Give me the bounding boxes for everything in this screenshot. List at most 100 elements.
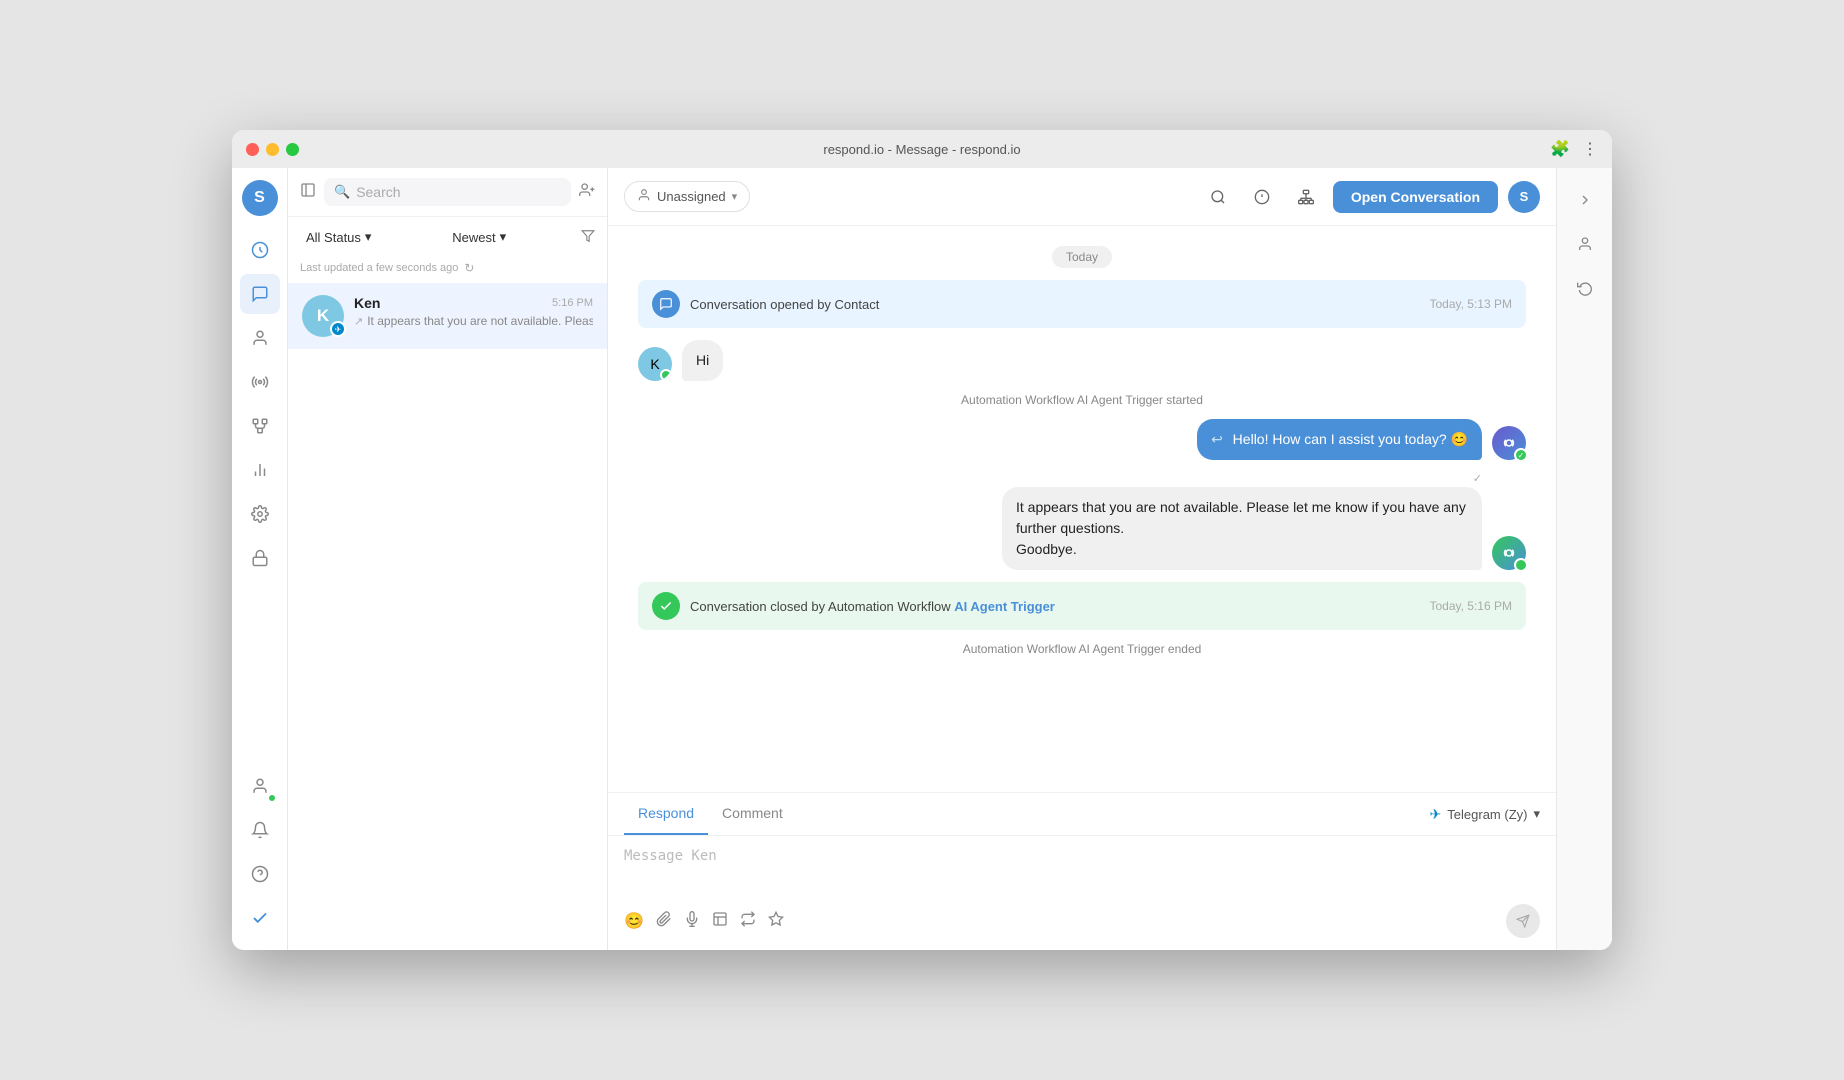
system-open-text: Conversation opened by Contact	[690, 297, 1420, 312]
nav-messages[interactable]	[240, 274, 280, 314]
last-updated-text: Last updated a few seconds ago	[300, 262, 458, 274]
msg-row-hi: K Hi	[638, 340, 1526, 381]
preview-text-ken: It appears that you are not available. P…	[367, 314, 593, 328]
right-panel-history-icon[interactable]	[1565, 268, 1605, 308]
nav-help[interactable]	[240, 854, 280, 894]
tab-respond[interactable]: Respond	[624, 793, 708, 835]
nav-dashboard[interactable]	[240, 230, 280, 270]
maximize-button[interactable]	[286, 143, 299, 156]
msg-check-mark: ✓	[1473, 472, 1482, 485]
contact-info-icon[interactable]	[1245, 180, 1279, 214]
newest-chevron-icon: ▾	[500, 229, 507, 245]
send-button[interactable]	[1506, 904, 1540, 938]
assignee-button[interactable]: Unassigned ▾	[624, 181, 750, 212]
sidebar-toggle-icon[interactable]	[300, 182, 316, 203]
right-panel-arrow-icon[interactable]	[1565, 180, 1605, 220]
tab-comment[interactable]: Comment	[708, 793, 797, 835]
all-status-filter[interactable]: All Status ▾	[300, 225, 377, 249]
conv-time-ken: 5:16 PM	[552, 297, 593, 309]
template-icon[interactable]	[712, 911, 728, 932]
all-status-label: All Status	[306, 230, 361, 245]
current-user-avatar[interactable]: S	[1508, 181, 1540, 213]
date-label: Today	[1052, 246, 1112, 268]
telegram-icon: ✈	[1430, 806, 1442, 823]
nav-settings[interactable]	[240, 494, 280, 534]
audio-icon[interactable]	[684, 911, 700, 932]
conv-content-ken: Ken 5:16 PM ↗ It appears that you are no…	[354, 295, 593, 337]
org-chart-icon[interactable]	[1289, 180, 1323, 214]
assignee-label: Unassigned	[657, 189, 726, 204]
conv-row1: Ken 5:16 PM	[354, 295, 593, 311]
channel-selector[interactable]: ✈ Telegram (Zy) ▾	[1430, 793, 1540, 835]
nav-security[interactable]	[240, 538, 280, 578]
search-box[interactable]: 🔍	[324, 178, 571, 206]
chat-messages[interactable]: Today Conversation opened by Contact Tod…	[608, 226, 1556, 792]
nav-reports[interactable]	[240, 450, 280, 490]
compose-area: Respond Comment ✈ Telegram (Zy) ▾ 😊	[608, 792, 1556, 950]
nav-profile[interactable]	[240, 766, 280, 806]
extensions-icon[interactable]: 🧩	[1550, 139, 1570, 159]
right-panel-contact-icon[interactable]	[1565, 224, 1605, 264]
filter-bar: All Status ▾ Newest ▾	[288, 217, 607, 257]
nav-workflows[interactable]	[240, 406, 280, 446]
search-input[interactable]	[356, 184, 561, 200]
automation-trigger-start: Automation Workflow AI Agent Trigger sta…	[638, 393, 1526, 407]
close-button[interactable]	[246, 143, 259, 156]
minimize-button[interactable]	[266, 143, 279, 156]
filter-icon[interactable]	[581, 229, 595, 246]
reply-indicator-icon: ↩	[1211, 431, 1223, 447]
channel-label: Telegram (Zy)	[1447, 807, 1527, 822]
attachment-icon[interactable]	[656, 911, 672, 932]
app-window: respond.io - Message - respond.io 🧩 ⋮ S	[232, 130, 1612, 950]
nav-contacts[interactable]	[240, 318, 280, 358]
chat-main: Unassigned ▾ Open Conversation S	[608, 168, 1556, 950]
automation-trigger-end: Automation Workflow AI Agent Trigger end…	[638, 642, 1526, 656]
system-close-text: Conversation closed by Automation Workfl…	[690, 599, 1420, 614]
system-close-time: Today, 5:16 PM	[1430, 599, 1513, 613]
snippets-icon[interactable]	[740, 911, 756, 932]
ai-agent-trigger-link[interactable]: AI Agent Trigger	[954, 599, 1055, 614]
newest-label: Newest	[452, 230, 495, 245]
user-assign-icon	[637, 188, 651, 205]
msg-bubble-hi: Hi	[682, 340, 723, 381]
window-controls	[246, 143, 299, 156]
conversation-item-ken[interactable]: K ✈ Ken 5:16 PM ↗ It appears that you ar…	[288, 283, 607, 349]
system-open-icon	[652, 290, 680, 318]
compose-tabs: Respond Comment ✈ Telegram (Zy) ▾	[608, 793, 1556, 836]
msg-right-wrap-hello: ↩ Hello! How can I assist you today? 😊	[1197, 419, 1482, 460]
bot-avatar-hello: ✓	[1492, 426, 1526, 460]
channel-chevron-icon: ▾	[1533, 806, 1540, 822]
newest-filter[interactable]: Newest ▾	[446, 225, 512, 249]
titlebar-actions: 🧩 ⋮	[1550, 139, 1598, 159]
msg-row-bot-hello: ↩ Hello! How can I assist you today? 😊 ✓	[638, 419, 1526, 460]
nav-broadcasts[interactable]	[240, 362, 280, 402]
refresh-icon[interactable]: ↻	[464, 261, 474, 275]
add-contact-icon[interactable]	[579, 182, 595, 203]
search-chat-icon[interactable]	[1201, 180, 1235, 214]
app-body: S	[232, 168, 1612, 950]
more-options-icon[interactable]: ⋮	[1582, 139, 1598, 159]
last-updated-bar: Last updated a few seconds ago ↻	[288, 257, 607, 283]
titlebar: respond.io - Message - respond.io 🧩 ⋮	[232, 130, 1612, 168]
window-title: respond.io - Message - respond.io	[823, 142, 1020, 157]
conversation-list: 🔍 All Status ▾ Newest ▾	[288, 168, 608, 950]
message-input[interactable]	[624, 848, 1540, 888]
emoji-picker-icon[interactable]: 😊	[624, 911, 644, 931]
conv-name-ken: Ken	[354, 295, 380, 311]
nav-brand[interactable]	[240, 898, 280, 938]
nav-notifications[interactable]	[240, 810, 280, 850]
contact-avatar-hi: K	[638, 347, 672, 381]
telegram-channel-badge: ✈	[330, 321, 346, 337]
conv-avatar-wrap: K ✈	[302, 295, 344, 337]
open-conversation-button[interactable]: Open Conversation	[1333, 181, 1498, 213]
compose-input-area[interactable]	[608, 836, 1556, 896]
msg-right-wrap-unavailable: ✓ It appears that you are not available.…	[1002, 472, 1482, 570]
user-avatar[interactable]: S	[242, 180, 278, 216]
ai-compose-icon[interactable]	[768, 911, 784, 932]
bot-avatar-unavailable	[1492, 536, 1526, 570]
assignee-chevron-icon: ▾	[732, 190, 738, 203]
msg-row-bot-unavailable: ✓ It appears that you are not available.…	[638, 472, 1526, 570]
date-divider: Today	[638, 246, 1526, 268]
compose-toolbar: 😊	[608, 896, 1556, 950]
chat-header: Unassigned ▾ Open Conversation S	[608, 168, 1556, 226]
